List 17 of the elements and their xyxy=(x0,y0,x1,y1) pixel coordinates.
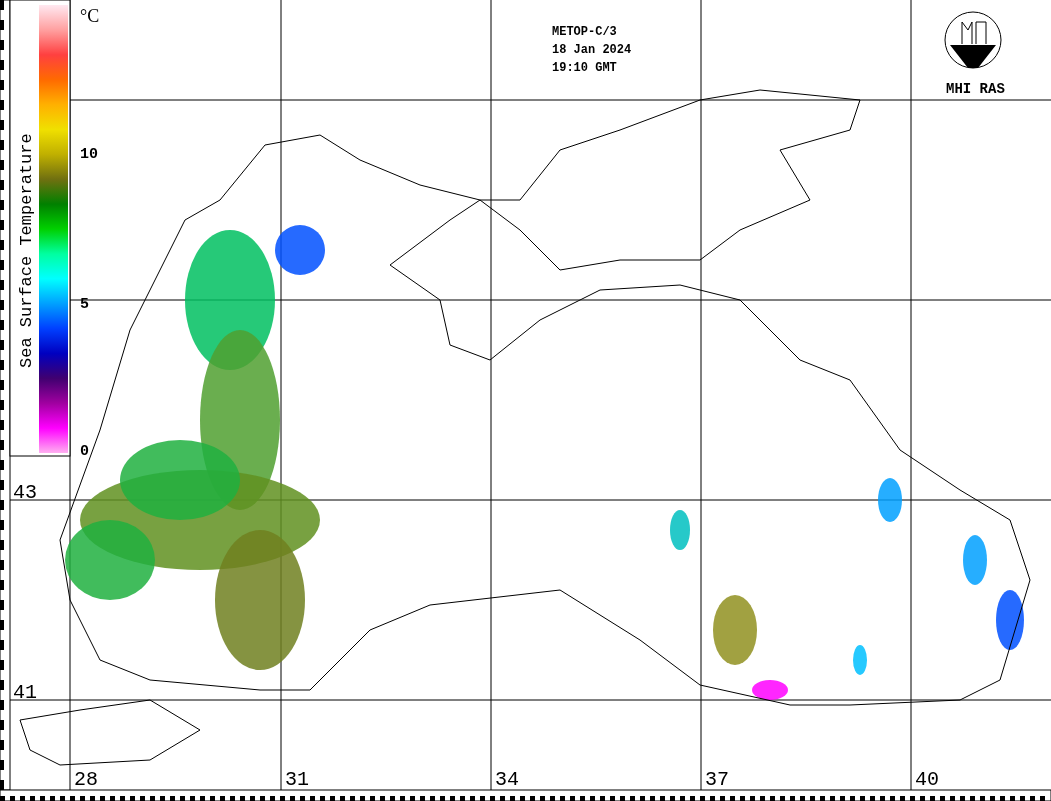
longitude-label: 34 xyxy=(495,768,519,791)
scale-tick-label: 0 xyxy=(80,443,89,460)
latitude-label: 41 xyxy=(13,681,37,704)
header-text: 19:10 GMT xyxy=(552,61,617,75)
header-text: METOP-C/3 xyxy=(552,25,617,39)
logo-caption: MHI RAS xyxy=(946,81,1005,97)
header-text: 18 Jan 2024 xyxy=(552,43,632,57)
legend-title: Sea Surface Temperature xyxy=(17,133,36,368)
longitude-label: 31 xyxy=(285,768,309,791)
longitude-label: 37 xyxy=(705,768,729,791)
longitude-label: 28 xyxy=(74,768,98,791)
longitude-label: 40 xyxy=(915,768,939,791)
scale-tick-label: 5 xyxy=(80,296,89,313)
logo-drawing xyxy=(944,11,1002,69)
scale-tick-label: 10 xyxy=(80,146,98,163)
unit-label: °C xyxy=(80,6,100,26)
latitude-label: 43 xyxy=(13,481,37,504)
